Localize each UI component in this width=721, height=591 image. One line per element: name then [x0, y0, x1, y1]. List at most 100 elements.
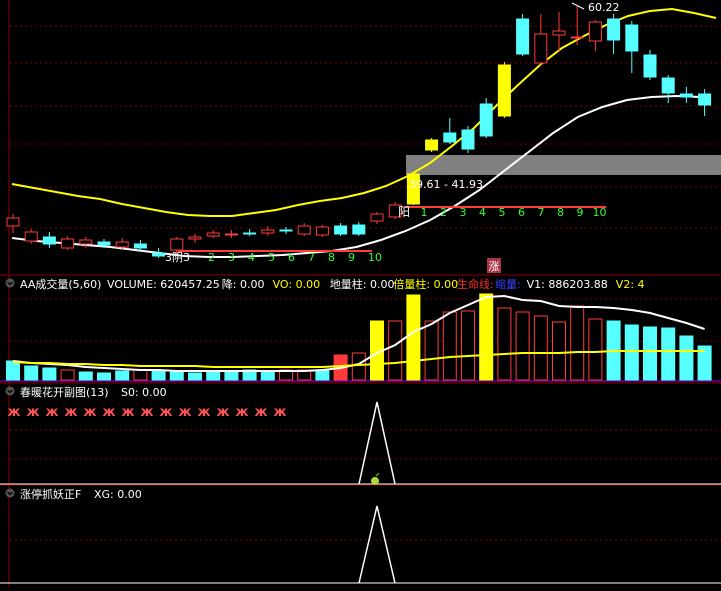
candle-body[interactable]	[570, 36, 584, 39]
candle-body[interactable]	[152, 252, 166, 257]
sequence-a-count: 3	[228, 251, 235, 264]
candle-body[interactable]	[297, 225, 311, 235]
sequence-counter: 60.2239.61 - 41.933阴3 2 3 4 5 6 7 8 9 10阳 1 2 3 4 5 6 7 8…	[165, 1, 620, 273]
volume-bar[interactable]	[588, 318, 603, 381]
stock-chart-window: 60.22 39.61 - 41.93 3阴3 2 3 4 5 6 7 8 9 10 阳 1 2 3 4 5 6 7 8…	[0, 0, 721, 587]
volume-bar[interactable]	[260, 370, 275, 381]
butterfly-icon: ж	[198, 405, 211, 420]
sequence-a-count: 8	[328, 251, 335, 264]
candle-body[interactable]	[79, 239, 93, 245]
candle-body[interactable]	[170, 238, 184, 251]
volume-panel-title: AA成交量(5,60)	[20, 277, 101, 291]
volume-bar[interactable]	[624, 324, 639, 381]
candle-body[interactable]	[497, 64, 511, 117]
volume-bar[interactable]	[151, 369, 166, 381]
volume-bar[interactable]	[442, 311, 457, 381]
volume-bar[interactable]	[479, 293, 494, 381]
volume-bar[interactable]	[115, 370, 130, 381]
volume-bar[interactable]	[188, 372, 202, 381]
candle-body[interactable]	[279, 229, 293, 232]
chart-canvas[interactable]: 60.2239.61 - 41.933阴3 2 3 4 5 6 7 8 9 10阳 1 2 3 4 5 6 7 8…	[0, 0, 721, 587]
candle-body[interactable]	[315, 226, 329, 236]
candle-body[interactable]	[461, 129, 475, 150]
volume-indicator: 倍量柱: 0.00	[393, 277, 458, 291]
sequence-a-start: 3阴3	[165, 251, 190, 264]
volume-bar[interactable]	[461, 310, 475, 381]
candle-body[interactable]	[552, 30, 566, 36]
apple-leaf	[375, 472, 380, 477]
candle-body[interactable]	[370, 213, 384, 222]
volume-bar[interactable]	[497, 307, 512, 381]
candle-body[interactable]	[661, 77, 675, 94]
volume-bar[interactable]	[42, 367, 57, 381]
candle-body[interactable]	[352, 224, 366, 235]
volume-bar[interactable]	[388, 320, 403, 381]
volume-indicator: 生命线:	[457, 277, 494, 291]
sequence-b-count: 6	[518, 206, 525, 219]
candle-body[interactable]	[261, 229, 275, 234]
volume-bar[interactable]	[679, 335, 694, 381]
candle-body[interactable]	[188, 236, 202, 240]
candle-body[interactable]	[607, 18, 621, 41]
volume-bar[interactable]	[351, 352, 366, 381]
candle-body[interactable]	[206, 232, 220, 237]
limit-value-label: XG: 0.00	[94, 488, 142, 501]
volume-bars[interactable]	[6, 293, 712, 381]
butterfly-icon: ж	[236, 405, 249, 420]
volume-bar[interactable]	[97, 372, 111, 381]
volume-bar[interactable]	[224, 370, 239, 381]
candle-body[interactable]	[425, 139, 439, 151]
candlesticks[interactable]	[6, 5, 712, 258]
butterfly-icon: ж	[160, 405, 173, 420]
volume-bar[interactable]	[515, 311, 530, 381]
volume-bar[interactable]	[424, 320, 439, 381]
candle-body[interactable]	[42, 236, 56, 245]
volume-bar[interactable]	[24, 365, 39, 381]
sequence-b-count: 8	[557, 206, 564, 219]
sequence-b-count: 5	[499, 206, 506, 219]
volume-bar[interactable]	[60, 369, 75, 381]
volume-bar[interactable]	[169, 371, 184, 381]
candle-body[interactable]	[97, 241, 111, 246]
candle-body[interactable]	[133, 243, 147, 249]
sequence-b-count: 9	[577, 206, 584, 219]
volume-indicator: V1: 886203.88	[527, 278, 608, 291]
volume-indicator: V2: 4	[616, 278, 645, 291]
volume-bar[interactable]	[78, 371, 93, 381]
candle-body[interactable]	[625, 24, 639, 52]
candle-body[interactable]	[698, 93, 712, 106]
volume-bar[interactable]	[133, 369, 148, 381]
candle-body[interactable]	[534, 33, 548, 64]
volume-bar[interactable]	[315, 369, 330, 381]
volume-bar[interactable]	[570, 305, 585, 381]
volume-bar[interactable]	[643, 326, 657, 381]
volume-indicator: 降: 0.00	[222, 277, 265, 291]
candle-body[interactable]	[516, 18, 530, 55]
candle-body[interactable]	[24, 231, 38, 242]
volume-bar[interactable]	[533, 315, 548, 381]
candle-body[interactable]	[443, 132, 457, 143]
candle-body[interactable]	[61, 238, 75, 249]
candle-body[interactable]	[588, 21, 602, 42]
candle-body[interactable]	[334, 225, 348, 235]
apple-icon	[371, 477, 379, 485]
candle-body[interactable]	[243, 232, 257, 235]
candle-body[interactable]	[115, 241, 129, 248]
candle-body[interactable]	[224, 233, 238, 236]
volume-bar[interactable]	[661, 327, 676, 381]
chevron-down-icon[interactable]	[5, 278, 15, 288]
volume-indicator: 缩量:	[495, 278, 521, 291]
candle-body[interactable]	[679, 93, 693, 98]
volume-bar[interactable]	[6, 360, 20, 381]
candle-body[interactable]	[643, 54, 657, 78]
candle-body[interactable]	[479, 103, 493, 137]
chevron-down-icon[interactable]	[5, 386, 15, 396]
chevron-down-icon[interactable]	[5, 488, 15, 498]
butterfly-icon: ж	[179, 405, 192, 420]
volume-bar[interactable]	[206, 371, 221, 381]
volume-bar[interactable]	[406, 294, 421, 381]
butterfly-icon: ж	[103, 405, 116, 420]
sequence-a-count: 5	[268, 251, 275, 264]
candle-body[interactable]	[6, 217, 20, 227]
volume-bar[interactable]	[552, 321, 566, 381]
